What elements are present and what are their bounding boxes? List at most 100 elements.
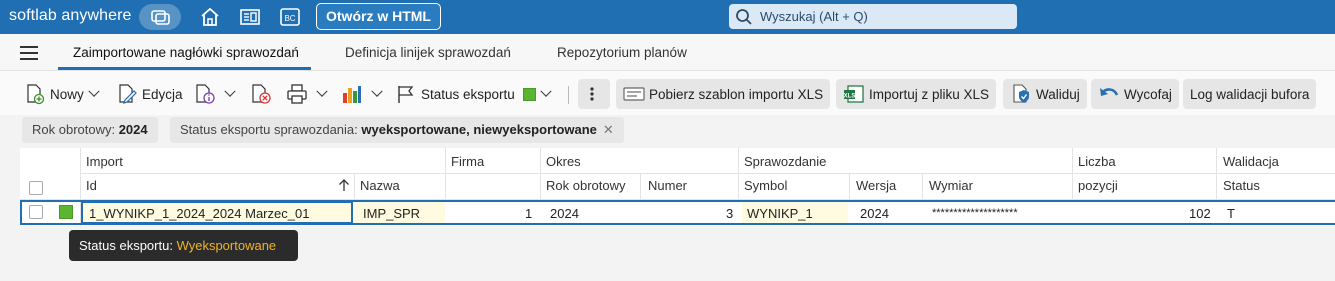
cell-symbol[interactable]: WYNIKP_1 bbox=[747, 206, 813, 221]
column-header-nazwa[interactable]: Nazwa bbox=[360, 178, 400, 193]
more-options-button[interactable] bbox=[578, 79, 610, 109]
tabs-bar: Zaimportowane nagłówki sprawozdań Defini… bbox=[0, 34, 1335, 71]
cell-id[interactable]: 1_WYNIKP_1_2024_2024 Marzec_01 bbox=[89, 206, 309, 221]
sort-ascending-icon[interactable] bbox=[338, 178, 350, 192]
edit-label: Edycja bbox=[142, 86, 183, 102]
tab-plan-repository[interactable]: Repozytorium planów bbox=[557, 45, 687, 60]
chevron-down-icon bbox=[224, 85, 236, 97]
xls-icon: XLS bbox=[844, 85, 864, 103]
document-info-icon bbox=[196, 84, 215, 104]
home-icon bbox=[201, 7, 219, 26]
new-document-icon bbox=[27, 84, 45, 105]
cell-firma[interactable]: 1 bbox=[525, 206, 532, 221]
new-button[interactable]: Nowy bbox=[24, 79, 100, 109]
bc-icon: BC bbox=[280, 8, 300, 26]
group-header-walidacja: Walidacja bbox=[1223, 154, 1279, 169]
report-button[interactable] bbox=[238, 5, 262, 29]
group-header-sprawozdanie: Sprawozdanie bbox=[744, 154, 827, 169]
export-status-color-swatch bbox=[522, 87, 536, 101]
edit-document-icon bbox=[119, 84, 137, 104]
cell-wymiar[interactable]: ******************** bbox=[932, 207, 1018, 219]
export-status-indicator[interactable] bbox=[59, 205, 73, 219]
export-status-button[interactable]: Status eksportu bbox=[395, 79, 552, 109]
home-button[interactable] bbox=[198, 5, 222, 29]
buffer-log-label: Log walidacji bufora bbox=[1190, 86, 1310, 102]
filter-chip-export-status[interactable]: Status eksportu sprawozdania: wyeksporto… bbox=[170, 117, 624, 143]
tooltip-label: Status eksportu: bbox=[79, 238, 177, 253]
shield-check-icon bbox=[1013, 84, 1029, 103]
app-brand: softlab anywhere bbox=[9, 7, 132, 24]
bar-chart-icon bbox=[343, 86, 361, 103]
chevron-down-icon bbox=[316, 85, 328, 97]
row-checkbox[interactable] bbox=[29, 205, 43, 219]
group-header-okres: Okres bbox=[546, 154, 581, 169]
filter-key: Rok obrotowy: bbox=[32, 122, 119, 137]
toolbar-separator bbox=[568, 86, 569, 104]
cell-nazwa[interactable]: IMP_SPR bbox=[363, 206, 420, 221]
chevron-down-icon bbox=[371, 85, 383, 97]
validate-label: Waliduj bbox=[1036, 86, 1080, 102]
export-status-tooltip: Status eksportu: Wyeksportowane bbox=[69, 230, 298, 261]
undo-icon bbox=[1100, 88, 1119, 96]
cell-pozycji[interactable]: 102 bbox=[1189, 206, 1211, 221]
vertical-dots-icon bbox=[590, 87, 594, 101]
tab-line-definitions[interactable]: Definicja linijek sprawozdań bbox=[345, 45, 511, 60]
column-header-pozycji[interactable]: pozycji bbox=[1078, 178, 1118, 193]
cell-status[interactable]: T bbox=[1227, 206, 1235, 221]
delete-document-button[interactable] bbox=[250, 79, 276, 109]
windows-switch-button[interactable] bbox=[139, 4, 181, 30]
search-placeholder: Wyszukaj (Alt + Q) bbox=[760, 9, 868, 24]
import-xls-button[interactable]: XLS Importuj z pliku XLS bbox=[836, 79, 997, 109]
column-header-symbol[interactable]: Symbol bbox=[744, 178, 787, 193]
toolbar: Nowy Edycja Status eksportu Pobierz szab… bbox=[0, 71, 1335, 115]
group-header-firma: Firma bbox=[451, 154, 485, 169]
filter-chip-fiscal-year[interactable]: Rok obrotowy: 2024 bbox=[22, 117, 158, 143]
column-header-id[interactable]: Id bbox=[86, 178, 97, 193]
select-all-checkbox[interactable] bbox=[29, 181, 43, 195]
info-document-button[interactable] bbox=[194, 79, 236, 109]
cell-wersja[interactable]: 2024 bbox=[860, 206, 889, 221]
svg-text:XLS: XLS bbox=[844, 94, 856, 100]
revoke-button[interactable]: Wycofaj bbox=[1091, 79, 1179, 109]
close-icon[interactable]: ✕ bbox=[603, 122, 614, 137]
open-in-html-button[interactable]: Otwórz w HTML bbox=[316, 3, 441, 30]
chevron-down-icon bbox=[540, 85, 552, 97]
column-header-rok[interactable]: Rok obrotowy bbox=[546, 178, 625, 193]
data-grid: Import Firma Okres Sprawozdanie Liczba W… bbox=[20, 148, 1335, 226]
active-tab-indicator bbox=[58, 67, 311, 70]
column-header-wersja[interactable]: Wersja bbox=[856, 178, 896, 193]
validate-button[interactable]: Waliduj bbox=[1003, 79, 1087, 109]
edit-button[interactable]: Edycja bbox=[116, 79, 183, 109]
search-input[interactable]: Wyszukaj (Alt + Q) bbox=[729, 4, 1017, 29]
column-header-status[interactable]: Status bbox=[1223, 178, 1260, 193]
download-template-label: Pobierz szablon importu XLS bbox=[649, 86, 824, 102]
revoke-label: Wycofaj bbox=[1124, 86, 1172, 102]
cell-numer[interactable]: 3 bbox=[726, 206, 733, 221]
import-xls-label: Importuj z pliku XLS bbox=[869, 86, 990, 102]
document-delete-icon bbox=[252, 84, 271, 104]
group-header-import: Import bbox=[86, 154, 123, 169]
printer-icon bbox=[287, 84, 307, 104]
flag-icon bbox=[398, 86, 414, 103]
windows-icon bbox=[151, 10, 170, 25]
search-icon bbox=[736, 9, 752, 25]
chevron-down-icon bbox=[88, 85, 100, 97]
print-button[interactable] bbox=[286, 79, 328, 109]
svg-text:BC: BC bbox=[284, 14, 295, 23]
bc-button[interactable]: BC bbox=[278, 5, 302, 29]
download-template-button[interactable]: Pobierz szablon importu XLS bbox=[616, 79, 831, 109]
new-label: Nowy bbox=[50, 86, 84, 102]
report-icon bbox=[240, 9, 260, 25]
filter-key: Status eksportu sprawozdania: bbox=[180, 122, 362, 137]
column-header-numer[interactable]: Numer bbox=[648, 178, 687, 193]
tab-imported-headers[interactable]: Zaimportowane nagłówki sprawozdań bbox=[73, 45, 306, 60]
chart-button[interactable] bbox=[341, 79, 383, 109]
menu-icon[interactable] bbox=[20, 46, 38, 60]
column-header-wymiar[interactable]: Wymiar bbox=[929, 178, 973, 193]
top-bar: softlab anywhere BC Otwórz w HTML Wyszuk… bbox=[0, 0, 1335, 34]
cell-rok[interactable]: 2024 bbox=[550, 206, 579, 221]
buffer-validation-log-button[interactable]: Log walidacji bufora bbox=[1183, 79, 1317, 109]
tooltip-value: Wyeksportowane bbox=[176, 238, 277, 253]
export-status-label: Status eksportu bbox=[421, 86, 515, 102]
template-icon bbox=[623, 87, 645, 101]
